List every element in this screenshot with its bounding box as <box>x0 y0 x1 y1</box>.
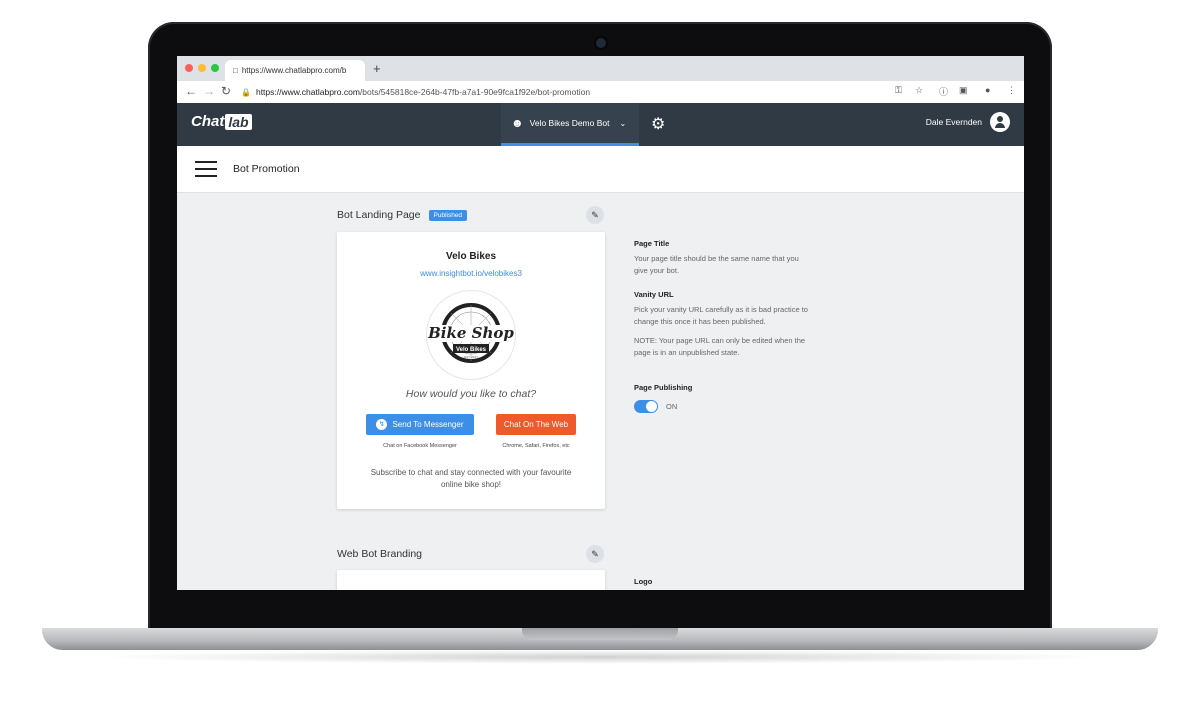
chat-question: How would you like to chat? <box>405 388 537 400</box>
gear-icon[interactable]: ⚙ <box>651 114 665 134</box>
laptop-base-notch <box>522 628 678 640</box>
user-menu[interactable]: Dale Evernden <box>926 112 1010 132</box>
hamburger-menu-icon[interactable] <box>195 161 217 177</box>
logo-lab-text: lab <box>225 113 252 130</box>
logo-help: Logo <box>634 576 814 590</box>
svg-text:Bike Shop: Bike Shop <box>427 324 514 342</box>
user-name: Dale Evernden <box>925 117 982 127</box>
edit-branding-button[interactable]: ✎ <box>586 545 604 563</box>
landing-section-title: Bot Landing Page <box>337 209 421 221</box>
url-host: https://www.chatlabpro.com <box>255 87 360 97</box>
subscribe-text: Subscribe to chat and stay connected wit… <box>370 468 572 489</box>
url-path: /bots/545818ce-264b-47fb-a7a1-90e9fca1f9… <box>359 87 591 97</box>
vanity-url-note: NOTE: Your page URL can only be edited w… <box>634 335 806 358</box>
messenger-icon: ↯ <box>376 419 388 430</box>
forward-arrow-icon[interactable]: → <box>203 84 215 98</box>
svg-text:Velo Bikes: Velo Bikes <box>456 347 487 353</box>
info-icon[interactable]: ⓘ <box>939 85 948 98</box>
svg-text:EST. 2017: EST. 2017 <box>464 355 478 359</box>
bot-selector-label: Velo Bikes Demo Bot <box>529 118 610 128</box>
send-to-messenger-label: Send To Messenger <box>392 420 464 429</box>
address-bar[interactable]: 🔒 https://www.chatlabpro.com/bots/545818… <box>241 84 881 100</box>
status-badge: Published <box>428 209 468 221</box>
reload-icon[interactable]: ↻ <box>221 84 231 98</box>
browser-tab[interactable]: □ https://www.chatlabpro.com/b <box>225 60 365 81</box>
browser-tab-bar: □ https://www.chatlabpro.com/b + <box>177 56 1024 81</box>
back-arrow-icon[interactable]: ← <box>185 84 197 98</box>
edit-landing-button[interactable]: ✎ <box>586 206 604 224</box>
logo-chat-text: Chat <box>191 113 225 130</box>
window-controls <box>185 64 219 72</box>
web-subcaption: Chrome, Safari, Firefox, etc <box>502 443 570 449</box>
laptop-shadow <box>90 650 1110 664</box>
robot-icon: ☻ <box>511 116 524 130</box>
lock-icon: 🔒 <box>241 87 251 97</box>
page-publishing-toggle[interactable]: ON <box>634 400 677 413</box>
key-icon[interactable]: ⚿ <box>895 85 902 96</box>
chatlab-logo[interactable]: Chat lab <box>191 113 252 130</box>
vanity-url-help-text: Pick your vanity URL carefully as it is … <box>634 304 808 327</box>
browser-toolbar: ← → ↻ 🔒 https://www.chatlabpro.com/bots/… <box>177 81 1024 104</box>
bot-name: Velo Bikes <box>445 251 497 262</box>
toggle-knob <box>646 401 657 412</box>
chat-on-web-label: Chat On The Web <box>503 420 569 429</box>
star-icon[interactable]: ☆ <box>915 85 923 96</box>
new-tab-button[interactable]: + <box>373 61 381 76</box>
bot-selector[interactable]: ☻ Velo Bikes Demo Bot ⌄ <box>501 103 639 146</box>
logo-help-heading: Logo <box>634 577 653 586</box>
webcam <box>596 38 606 48</box>
vanity-url-help-heading: Vanity URL <box>634 290 674 299</box>
page-icon: □ <box>233 66 238 75</box>
chat-on-web-button[interactable]: Chat On The Web <box>496 414 576 435</box>
toggle-state-label: ON <box>666 402 678 411</box>
branding-section-title: Web Bot Branding <box>337 548 423 560</box>
bike-shop-logo: Bike Shop Velo Bikes EST. 2017 <box>426 290 516 380</box>
browser-tab-title: https://www.chatlabpro.com/b <box>241 66 347 75</box>
vanity-url-link[interactable]: www.insightbot.io/velobikes3 <box>337 269 605 278</box>
send-to-messenger-button[interactable]: ↯ Send To Messenger <box>366 414 474 435</box>
profile-icon[interactable]: ● <box>985 85 990 95</box>
avatar <box>990 112 1010 132</box>
page-title-help-heading: Page Title <box>634 239 670 248</box>
page-publishing-heading: Page Publishing <box>634 383 693 392</box>
messenger-subcaption: Chat on Facebook Messenger <box>383 443 457 449</box>
page-title-help: Page Title Your page title should be the… <box>634 238 814 278</box>
page-publishing-help: Page Publishing <box>634 382 814 397</box>
extension-icon[interactable]: ▣ <box>959 85 968 96</box>
maximize-window-button[interactable] <box>211 64 219 72</box>
vanity-url-help: Vanity URL Pick your vanity URL carefull… <box>634 289 814 360</box>
bike-wheel-logo-graphic: Bike Shop Velo Bikes EST. 2017 <box>427 303 514 363</box>
pencil-icon: ✎ <box>591 209 599 220</box>
app-header: Chat lab ☻ Velo Bikes Demo Bot ⌄ ⚙ Dale … <box>177 103 1024 146</box>
landing-section-header: Bot Landing Page Published <box>337 209 468 221</box>
page-title: Bot Promotion <box>233 163 300 175</box>
more-menu-icon[interactable]: ⋮ <box>1007 85 1016 96</box>
toggle-switch[interactable] <box>634 400 658 413</box>
page-subheader: Bot Promotion <box>177 146 1024 193</box>
landing-page-preview-card: Velo Bikes www.insightbot.io/velobikes3 … <box>337 232 605 509</box>
branding-section-header: Web Bot Branding <box>337 548 422 560</box>
minimize-window-button[interactable] <box>198 64 206 72</box>
pencil-icon: ✎ <box>591 548 599 559</box>
close-window-button[interactable] <box>185 64 193 72</box>
page-title-help-text: Your page title should be the same name … <box>634 253 799 276</box>
chevron-down-icon: ⌄ <box>619 118 627 128</box>
laptop-screen: □ https://www.chatlabpro.com/b + ← → ↻ 🔒… <box>177 56 1024 590</box>
branding-card <box>337 570 605 590</box>
